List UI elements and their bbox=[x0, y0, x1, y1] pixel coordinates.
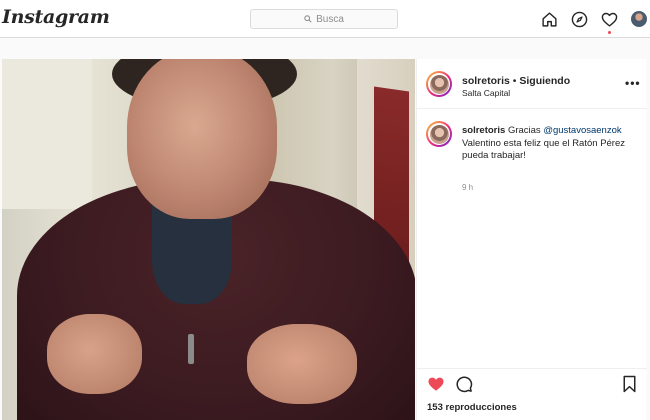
comment-button[interactable] bbox=[455, 375, 473, 398]
like-button[interactable] bbox=[427, 375, 445, 398]
caption-username[interactable]: solretoris bbox=[462, 125, 505, 136]
profile-avatar[interactable] bbox=[630, 10, 648, 28]
video-person-left-hand bbox=[47, 314, 142, 394]
post-caption: solretoris Gracias @gustavosaenzok Valen… bbox=[462, 125, 640, 163]
post-header: solretoris • Siguiendo Salta Capital ••• bbox=[417, 59, 647, 109]
follow-status-button[interactable]: Siguiendo bbox=[519, 75, 570, 87]
author-username[interactable]: solretoris bbox=[462, 75, 510, 87]
post-actions-bar: 153 reproducciones bbox=[417, 368, 647, 420]
home-icon[interactable] bbox=[540, 10, 558, 28]
search-placeholder: Busca bbox=[316, 13, 344, 25]
search-icon bbox=[304, 15, 312, 23]
views-number: 153 bbox=[427, 402, 443, 413]
caption-text-start: Gracias bbox=[507, 125, 544, 136]
author-avatar[interactable] bbox=[426, 71, 452, 97]
top-navigation-bar: Instagram Busca bbox=[0, 0, 650, 38]
separator-dot: • bbox=[512, 75, 517, 87]
video-zipper bbox=[188, 334, 194, 364]
post-location[interactable]: Salta Capital bbox=[462, 88, 510, 98]
save-button[interactable] bbox=[621, 375, 638, 398]
notification-dot bbox=[608, 31, 611, 34]
search-input[interactable]: Busca bbox=[250, 9, 398, 29]
activity-heart-icon[interactable] bbox=[600, 10, 618, 34]
post-sidebar: solretoris • Siguiendo Salta Capital •••… bbox=[416, 59, 647, 420]
avatar bbox=[631, 11, 647, 27]
caption-author-avatar[interactable] bbox=[426, 121, 452, 147]
video-wall-tile bbox=[2, 59, 92, 209]
caption-text-end: Valentino esta feliz que el Ratón Pérez … bbox=[462, 137, 626, 162]
comment-bubble-icon bbox=[456, 376, 473, 393]
bookmark-icon bbox=[623, 375, 636, 393]
post-video[interactable] bbox=[2, 59, 415, 420]
views-label: reproducciones bbox=[445, 402, 517, 413]
instagram-logo[interactable]: Instagram bbox=[2, 6, 110, 28]
post-author-line: solretoris • Siguiendo bbox=[462, 75, 570, 87]
video-person-right-hand bbox=[247, 324, 357, 404]
caption-mention-link[interactable]: @gustavosaenzok bbox=[543, 125, 621, 136]
post-dialog: solretoris • Siguiendo Salta Capital •••… bbox=[0, 57, 650, 420]
video-person-head bbox=[127, 59, 277, 219]
views-count[interactable]: 153 reproducciones bbox=[427, 402, 517, 413]
explore-compass-icon[interactable] bbox=[570, 10, 588, 28]
heart-filled-icon bbox=[428, 377, 444, 391]
caption-timestamp: 9 h bbox=[462, 183, 474, 192]
more-options-icon[interactable]: ••• bbox=[625, 77, 641, 89]
